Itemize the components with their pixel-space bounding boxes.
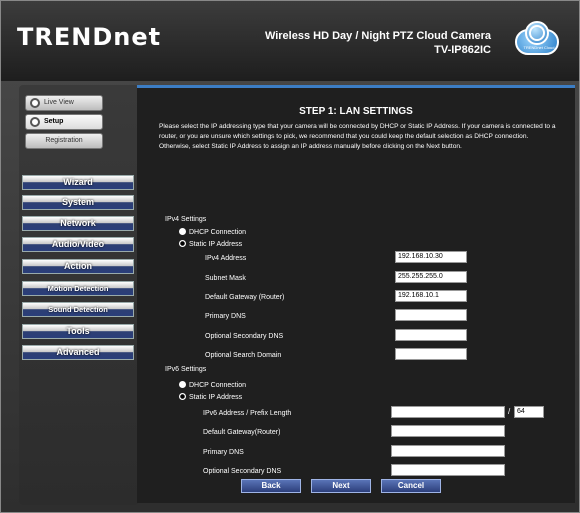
search-domain-label: Optional Search Domain xyxy=(205,352,282,359)
menu-motion-detection[interactable]: Motion Detection xyxy=(22,281,134,296)
gear-icon xyxy=(30,117,40,127)
menu-sound-detection[interactable]: Sound Detection xyxy=(22,302,134,317)
product-title: Wireless HD Day / Night PTZ Cloud Camera… xyxy=(265,29,491,57)
menu-label: Tools xyxy=(66,326,90,336)
ipv6-primary-dns-label: Primary DNS xyxy=(203,449,244,456)
ipv4-address-label: IPv4 Address xyxy=(205,255,247,262)
product-name: Wireless HD Day / Night PTZ Cloud Camera xyxy=(264,30,491,42)
menu-label: Advanced xyxy=(56,347,100,357)
ipv4-heading: IPv4 Settings xyxy=(165,216,207,223)
ipv6-static-radio[interactable]: Static IP Address xyxy=(179,393,242,401)
menu-label: Audio/Video xyxy=(51,239,105,249)
live-view-label: Live View xyxy=(44,99,74,106)
subnet-mask-input[interactable]: 255.255.255.0 xyxy=(395,271,467,283)
radio-button-selected-icon xyxy=(179,240,186,247)
menu-label: Action xyxy=(64,261,92,271)
ipv6-heading: IPv6 Settings xyxy=(165,366,207,373)
primary-dns-label: Primary DNS xyxy=(205,313,246,320)
menu-system[interactable]: System xyxy=(22,195,134,210)
menu-label: Motion Detection xyxy=(47,284,109,293)
secondary-dns-input[interactable] xyxy=(395,329,467,341)
back-button[interactable]: Back xyxy=(241,479,301,493)
ipv4-dhcp-label: DHCP Connection xyxy=(189,229,247,236)
header: TRENDnet Wireless HD Day / Night PTZ Clo… xyxy=(1,1,579,81)
registration-label: Registration xyxy=(45,137,83,144)
cancel-button[interactable]: Cancel xyxy=(381,479,441,493)
camera-icon xyxy=(30,98,40,108)
ipv6-secondary-dns-label: Optional Secondary DNS xyxy=(203,468,282,475)
menu-action[interactable]: Action xyxy=(22,259,134,274)
ipv4-static-radio[interactable]: Static IP Address xyxy=(179,240,242,248)
cloud-label: TRENDnet Cloud xyxy=(523,45,555,50)
next-button[interactable]: Next xyxy=(311,479,371,493)
radio-button-icon xyxy=(179,381,186,388)
menu-wizard[interactable]: Wizard xyxy=(22,175,134,190)
radio-button-icon xyxy=(179,228,186,235)
menu-label: Network xyxy=(60,218,96,228)
ipv6-dhcp-label: DHCP Connection xyxy=(189,382,247,389)
ipv6-static-label: Static IP Address xyxy=(189,394,243,401)
trendnet-logo: TRENDnet xyxy=(17,23,162,51)
cloud-logo-icon: TRENDnet Cloud xyxy=(505,19,565,59)
ipv6-gateway-label: Default Gateway(Router) xyxy=(203,429,281,436)
menu-tools[interactable]: Tools xyxy=(22,324,134,339)
product-model: TV-IP862IC xyxy=(434,44,491,56)
menu-network[interactable]: Network xyxy=(22,216,134,231)
ipv6-address-label: IPv6 Address / Prefix Length xyxy=(203,410,292,417)
radio-button-selected-icon xyxy=(179,393,186,400)
setup-label: Setup xyxy=(44,118,64,125)
menu-label: Sound Detection xyxy=(48,305,108,314)
search-domain-input[interactable] xyxy=(395,348,467,360)
prefix-separator: / xyxy=(508,407,511,416)
default-gateway-input[interactable]: 192.168.10.1 xyxy=(395,290,467,302)
ipv4-address-input[interactable]: 192.168.10.30 xyxy=(395,251,467,263)
primary-dns-input[interactable] xyxy=(395,309,467,321)
app-frame: TRENDnet Wireless HD Day / Night PTZ Clo… xyxy=(0,0,580,513)
ipv6-dhcp-radio[interactable]: DHCP Connection xyxy=(179,381,246,389)
sidebar: Live View Setup Registration Wizard Syst… xyxy=(19,85,139,505)
page-title: STEP 1: LAN SETTINGS xyxy=(299,106,413,117)
menu-label: Wizard xyxy=(63,177,93,187)
subnet-mask-label: Subnet Mask xyxy=(205,275,246,282)
setup-button[interactable]: Setup xyxy=(25,114,103,130)
ipv6-prefix-input[interactable]: 64 xyxy=(514,406,544,418)
ipv6-gateway-input[interactable] xyxy=(391,425,505,437)
live-view-button[interactable]: Live View xyxy=(25,95,103,111)
menu-label: System xyxy=(61,197,95,207)
default-gateway-label: Default Gateway (Router) xyxy=(205,294,285,301)
intro-text: Please select the IP addressing type tha… xyxy=(159,123,556,151)
menu-audio-video[interactable]: Audio/Video xyxy=(22,237,134,252)
ipv6-primary-dns-input[interactable] xyxy=(391,445,505,457)
ipv6-address-input[interactable] xyxy=(391,406,505,418)
main-panel: STEP 1: LAN SETTINGS Please select the I… xyxy=(137,85,575,503)
ipv6-secondary-dns-input[interactable] xyxy=(391,464,505,476)
ipv4-static-label: Static IP Address xyxy=(189,241,243,248)
ipv4-dhcp-radio[interactable]: DHCP Connection xyxy=(179,228,246,236)
secondary-dns-label: Optional Secondary DNS xyxy=(205,333,284,340)
menu-advanced[interactable]: Advanced xyxy=(22,345,134,360)
registration-button[interactable]: Registration xyxy=(25,133,103,149)
